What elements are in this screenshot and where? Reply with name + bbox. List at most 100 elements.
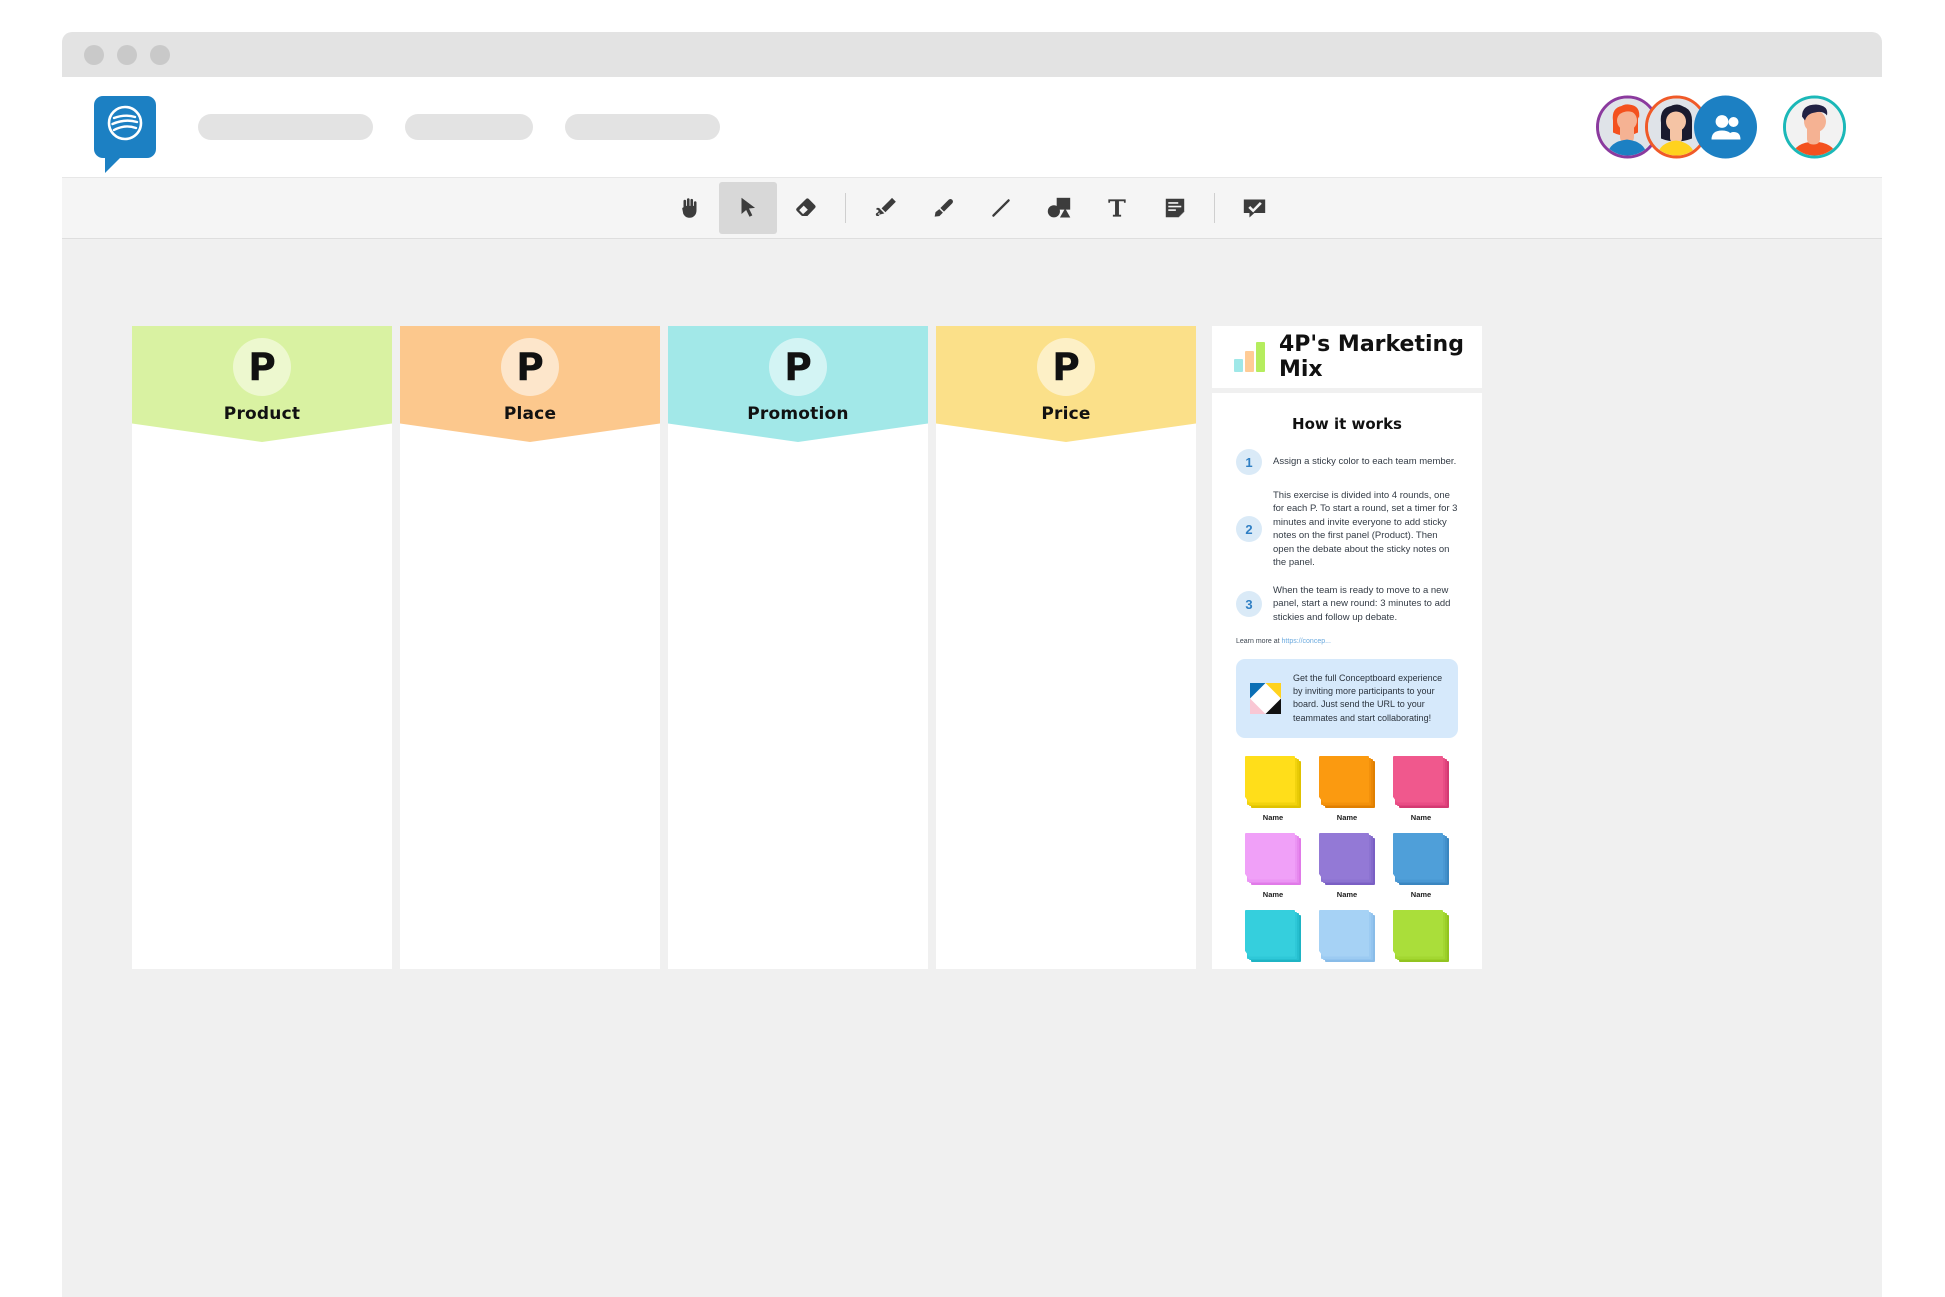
panel-price[interactable]: P Price [936,326,1196,969]
highlighter-icon [934,199,953,217]
panel-product-header: P Product [132,326,392,442]
sticky-label: Name [1410,812,1432,822]
window-close-dot[interactable] [84,44,104,65]
line-icon [992,199,1010,217]
logo-glyph [107,105,143,141]
window-maximize-dot[interactable] [150,44,170,65]
panel-place-title: Place [503,404,557,424]
sticky-label: Name [1262,812,1284,822]
sticky-swatch[interactable]: Name [1393,832,1449,899]
people-icon [1711,114,1740,139]
board-canvas[interactable]: P Product P Place P Promotion P Price 4P… [62,240,1882,1297]
sticky-stack[interactable] [1245,909,1301,962]
panel-promotion-letter: P [769,338,827,396]
shapes-tool[interactable] [1030,182,1088,234]
nav-placeholder-3[interactable] [565,114,720,140]
avatar-current-user[interactable] [1783,95,1846,159]
sidebar-body-card: How it works 1 Assign a sticky color to … [1212,393,1482,969]
conceptboard-mark-icon [1250,682,1281,714]
panel-place-letter: P [501,338,559,396]
step-text: This exercise is divided into 4 rounds, … [1273,490,1458,569]
promo-callout: Get the full Conceptboard experience by … [1236,659,1458,738]
line-tool[interactable] [972,182,1030,234]
step-text: Assign a sticky color to each team membe… [1273,456,1457,468]
panel-product-letter: P [233,338,291,396]
toolbar-divider-1 [845,193,846,223]
sticky-stack[interactable] [1393,755,1449,808]
step-number: 1 [1236,449,1262,475]
panel-promotion[interactable]: P Promotion [668,326,928,969]
sticky-stack[interactable] [1245,832,1301,885]
sticky-swatch[interactable]: Name [1245,832,1301,899]
eraser-icon [796,198,816,217]
sticky-label: Name [1411,967,1431,969]
panel-place[interactable]: P Place [400,326,660,969]
marketing-mix-panels: P Product P Place P Promotion P Price 4P… [132,326,1482,969]
pen-tool[interactable] [856,182,914,234]
collaborator-avatars [1596,95,1846,159]
sticky-swatch[interactable]: Name [1319,909,1375,969]
panel-price-title: Price [1041,404,1091,424]
sticky-label: Name [1263,967,1283,969]
sticky-label: Name [1336,812,1358,822]
sticky-swatch[interactable]: Name [1393,909,1449,969]
avatar-current-user-image [1786,98,1843,156]
nav-placeholder-1[interactable] [198,114,373,140]
step-text: When the team is ready to move to a new … [1273,584,1451,623]
highlighter-tool[interactable] [914,182,972,234]
select-tool[interactable] [719,182,777,234]
pen-icon [875,197,896,216]
sticky-swatch[interactable]: Name [1393,755,1449,822]
learn-more-line: Learn more at https://concep... [1236,638,1458,645]
sticky-stack[interactable] [1393,832,1449,885]
sticky-note-icon [1165,198,1185,218]
sticky-label: Name [1262,889,1284,899]
learn-more-link[interactable]: https://concep... [1282,638,1331,645]
avatar-invite-people[interactable] [1694,95,1757,159]
panel-place-header: P Place [400,326,660,442]
bar-chart-icon [1234,342,1265,372]
instruction-step: 1 Assign a sticky color to each team mem… [1236,449,1458,475]
sticky-stack[interactable] [1319,832,1375,885]
panel-price-letter: P [1037,338,1095,396]
sticky-swatch[interactable]: Name [1319,755,1375,822]
window-titlebar [62,32,1882,77]
conceptboard-mark-glyph [1250,682,1281,714]
instruction-step: 2 This exercise is divided into 4 rounds… [1236,489,1458,570]
hand-icon [682,198,697,218]
eraser-tool[interactable] [777,182,835,234]
panel-product[interactable]: P Product [132,326,392,969]
comment-tool[interactable] [1225,182,1283,234]
sticky-label: Name [1336,889,1358,899]
panel-price-header: P Price [936,326,1196,442]
instructions-sidebar: 4P's Marketing Mix How it works 1 Assign… [1212,326,1482,969]
sidebar-title: 4P's Marketing Mix [1279,332,1464,382]
conceptboard-logo[interactable] [94,96,156,173]
sticky-label: Name [1410,889,1432,899]
shapes-icon [1047,197,1070,217]
sticky-stack[interactable] [1319,909,1375,962]
sticky-stack[interactable] [1393,909,1449,962]
sticky-note-tool[interactable] [1146,182,1204,234]
sticky-swatch[interactable]: Name [1245,755,1301,822]
step-number: 3 [1236,591,1262,618]
sticky-stack[interactable] [1245,755,1301,808]
panel-promotion-title: Promotion [747,404,849,424]
learn-more-prefix: Learn more at [1236,638,1282,646]
sticky-stack[interactable] [1319,755,1375,808]
panel-product-title: Product [223,404,301,424]
sticky-swatch[interactable]: Name [1319,832,1375,899]
nav-placeholder-2[interactable] [405,114,533,140]
text-tool[interactable] [1088,182,1146,234]
hand-tool[interactable] [661,182,719,234]
instruction-step: 3 When the team is ready to move to a ne… [1236,584,1458,624]
drawing-toolbar [62,177,1882,239]
board-content: P Product P Place P Promotion P Price 4P… [132,326,1482,969]
toolbar-divider-2 [1214,193,1215,223]
app-header [62,77,1882,177]
window-minimize-dot[interactable] [117,44,137,65]
sticky-swatch[interactable]: Name [1245,909,1301,969]
panel-promotion-header: P Promotion [668,326,928,442]
cursor-icon [741,197,756,217]
promo-text: Get the full Conceptboard experience by … [1293,673,1443,723]
